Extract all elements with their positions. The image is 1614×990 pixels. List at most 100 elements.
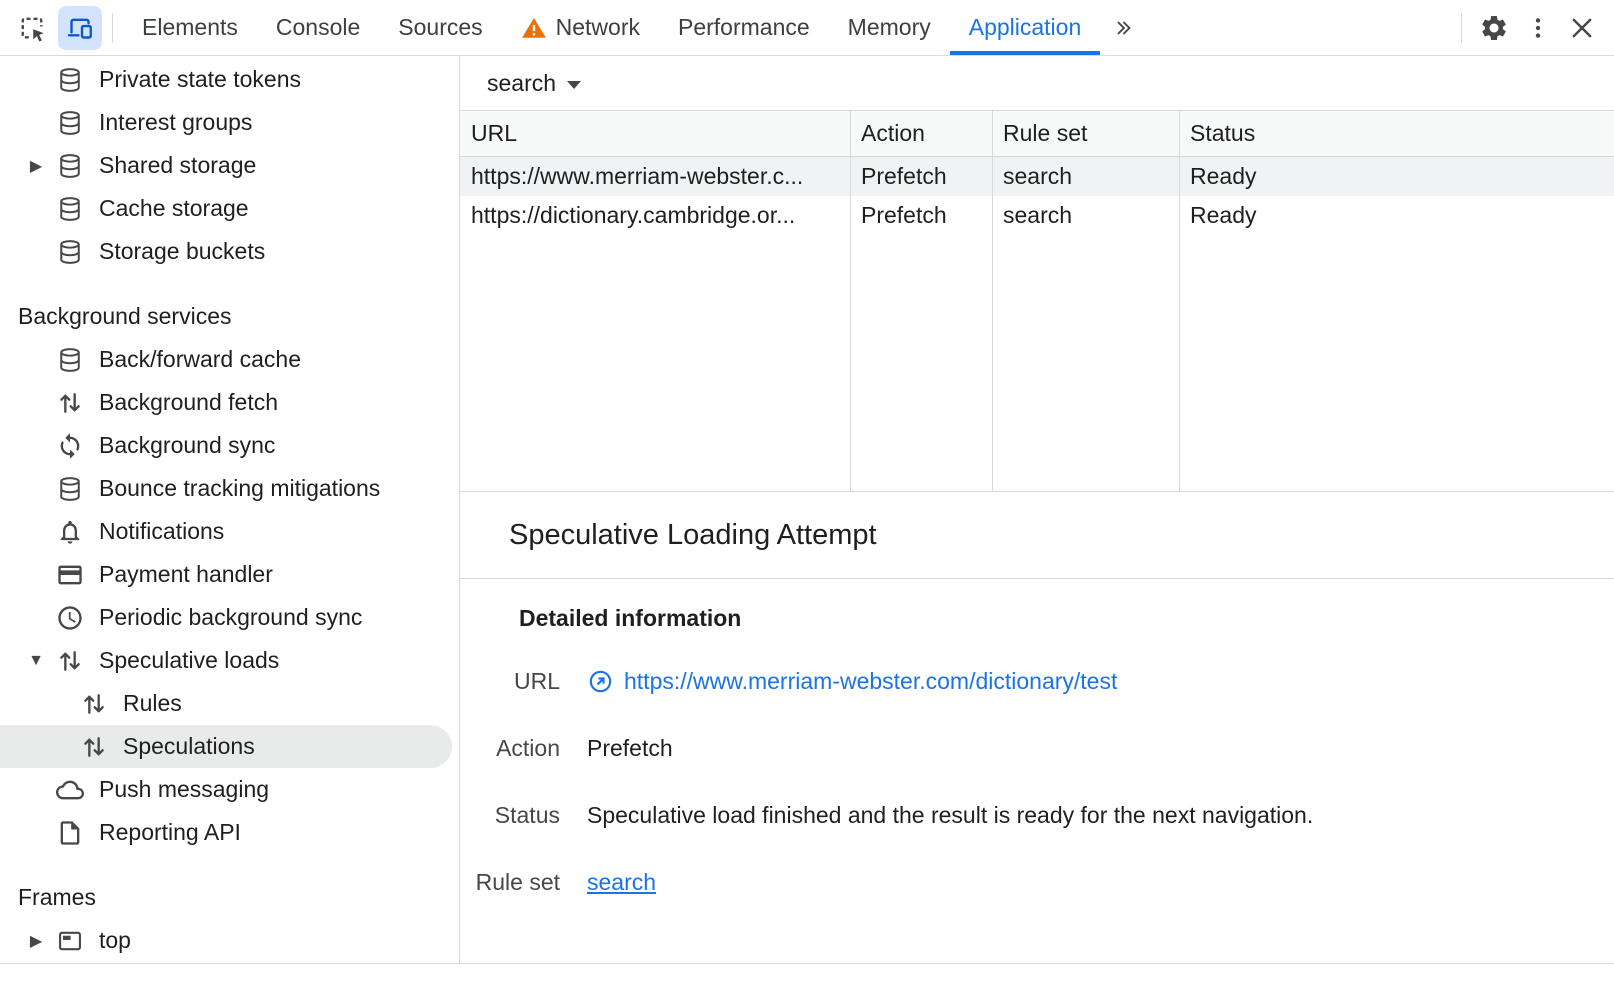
credit-card-icon bbox=[56, 561, 84, 589]
sidebar-section-frames: Frames bbox=[0, 876, 459, 919]
sidebar-item-top-frame[interactable]: ▶ top bbox=[0, 919, 459, 962]
rule-set-link[interactable]: search bbox=[587, 869, 656, 896]
cell-status[interactable]: Ready bbox=[1180, 196, 1614, 235]
sidebar-item-speculations[interactable]: Speculations bbox=[0, 725, 452, 768]
sidebar-item-label: Private state tokens bbox=[99, 66, 301, 93]
column-header-action[interactable]: Action bbox=[851, 111, 993, 157]
file-icon bbox=[56, 819, 84, 847]
detail-label: Action bbox=[460, 735, 560, 762]
cell-url[interactable]: https://www.merriam-webster.c... bbox=[460, 157, 851, 196]
sidebar-item-label: Background fetch bbox=[99, 389, 278, 416]
sidebar-item-rules[interactable]: Rules bbox=[0, 682, 459, 725]
devtools-body: Private state tokens Interest groups ▶ S… bbox=[0, 56, 1614, 963]
devtools-menu-button[interactable] bbox=[1516, 6, 1560, 50]
sidebar-item-label: Shared storage bbox=[99, 152, 256, 179]
toggle-device-toolbar-button[interactable] bbox=[58, 6, 102, 50]
warning-icon bbox=[521, 15, 547, 41]
sidebar-item-label: Speculations bbox=[123, 733, 255, 760]
sidebar-item-label: Notifications bbox=[99, 518, 224, 545]
sidebar-item-label: Back/forward cache bbox=[99, 346, 301, 373]
tab-label: Application bbox=[969, 14, 1082, 41]
sidebar-item-payment-handler[interactable]: Payment handler bbox=[0, 553, 459, 596]
kebab-menu-icon bbox=[1525, 15, 1551, 41]
tab-application[interactable]: Application bbox=[950, 0, 1101, 55]
cloud-icon bbox=[56, 776, 84, 804]
table-filler bbox=[993, 235, 1180, 491]
devtools-toolbar: Elements Console Sources Network Perform… bbox=[0, 0, 1614, 56]
detail-row-rule-set: Rule set search bbox=[460, 869, 1614, 896]
tab-label: Elements bbox=[142, 14, 238, 41]
sidebar-item-push-messaging[interactable]: Push messaging bbox=[0, 768, 459, 811]
close-devtools-button[interactable] bbox=[1560, 6, 1604, 50]
tab-sources[interactable]: Sources bbox=[379, 0, 501, 55]
sidebar-item-label: top bbox=[99, 927, 131, 954]
tab-label: Memory bbox=[848, 14, 931, 41]
detail-row-url: URL https://www.merriam-webster.com/dict… bbox=[460, 668, 1614, 695]
attempt-details: Detailed information URL https://www.mer… bbox=[460, 579, 1614, 963]
sidebar-item-cache-storage[interactable]: Cache storage bbox=[0, 187, 459, 230]
device-toolbar-icon bbox=[65, 13, 95, 43]
database-icon bbox=[56, 195, 84, 223]
tab-label: Network bbox=[556, 14, 640, 41]
database-icon bbox=[56, 109, 84, 137]
column-header-url[interactable]: URL bbox=[460, 111, 851, 157]
gear-icon bbox=[1479, 13, 1509, 43]
sidebar-item-bounce-tracking-mitigations[interactable]: Bounce tracking mitigations bbox=[0, 467, 459, 510]
detail-value: https://www.merriam-webster.com/dictiona… bbox=[587, 668, 1117, 695]
triangle-collapsed-icon[interactable]: ▶ bbox=[16, 931, 56, 951]
arrows-up-down-icon bbox=[80, 733, 108, 761]
cell-action[interactable]: Prefetch bbox=[851, 196, 993, 235]
detail-row-action: Action Prefetch bbox=[460, 735, 1614, 762]
cell-status[interactable]: Ready bbox=[1180, 157, 1614, 196]
ruleset-filter-dropdown[interactable]: search bbox=[487, 70, 581, 97]
sidebar-item-label: Background sync bbox=[99, 432, 275, 459]
sidebar-item-label: Interest groups bbox=[99, 109, 252, 136]
sidebar-item-private-state-tokens[interactable]: Private state tokens bbox=[0, 58, 459, 101]
settings-button[interactable] bbox=[1472, 6, 1516, 50]
cell-rule-set[interactable]: search bbox=[993, 157, 1180, 196]
tab-memory[interactable]: Memory bbox=[829, 0, 950, 55]
tab-elements[interactable]: Elements bbox=[123, 0, 257, 55]
more-tabs-button[interactable] bbox=[1100, 0, 1146, 55]
sidebar-item-label: Speculative loads bbox=[99, 647, 279, 674]
sidebar-item-interest-groups[interactable]: Interest groups bbox=[0, 101, 459, 144]
sidebar-item-background-fetch[interactable]: Background fetch bbox=[0, 381, 459, 424]
tab-network[interactable]: Network bbox=[502, 0, 659, 55]
cell-url[interactable]: https://dictionary.cambridge.or... bbox=[460, 196, 851, 235]
column-header-status[interactable]: Status bbox=[1180, 111, 1614, 157]
column-header-rule-set[interactable]: Rule set bbox=[993, 111, 1180, 157]
attempt-url-link[interactable]: https://www.merriam-webster.com/dictiona… bbox=[624, 668, 1117, 695]
sidebar-item-shared-storage[interactable]: ▶ Shared storage bbox=[0, 144, 459, 187]
detail-value: Prefetch bbox=[587, 735, 673, 762]
inspect-cursor-icon bbox=[17, 13, 47, 43]
tab-console[interactable]: Console bbox=[257, 0, 379, 55]
open-url-icon[interactable] bbox=[587, 668, 614, 695]
sidebar-item-label: Bounce tracking mitigations bbox=[99, 475, 380, 502]
tab-label: Performance bbox=[678, 14, 810, 41]
triangle-expanded-icon[interactable]: ▼ bbox=[16, 652, 56, 670]
sidebar-item-periodic-background-sync[interactable]: Periodic background sync bbox=[0, 596, 459, 639]
sidebar-item-storage-buckets[interactable]: Storage buckets bbox=[0, 230, 459, 273]
sidebar-item-notifications[interactable]: Notifications bbox=[0, 510, 459, 553]
sidebar-item-speculative-loads[interactable]: ▼ Speculative loads bbox=[0, 639, 459, 682]
sidebar-section-background-services: Background services bbox=[0, 295, 459, 338]
sidebar-item-background-sync[interactable]: Background sync bbox=[0, 424, 459, 467]
sidebar-item-reporting-api[interactable]: Reporting API bbox=[0, 811, 459, 854]
table-filler bbox=[851, 235, 993, 491]
sidebar-item-back-forward-cache[interactable]: Back/forward cache bbox=[0, 338, 459, 381]
arrows-up-down-icon bbox=[80, 690, 108, 718]
speculations-filter-bar: search bbox=[460, 56, 1614, 110]
speculations-table: URL Action Rule set Status https://www.m… bbox=[460, 110, 1614, 492]
database-icon bbox=[56, 152, 84, 180]
triangle-collapsed-icon[interactable]: ▶ bbox=[16, 156, 56, 176]
detail-label: Status bbox=[460, 802, 560, 829]
sidebar-item-label: Push messaging bbox=[99, 776, 269, 803]
table-filler bbox=[460, 235, 851, 491]
cell-action[interactable]: Prefetch bbox=[851, 157, 993, 196]
filter-selected-value: search bbox=[487, 70, 556, 97]
inspect-element-button[interactable] bbox=[10, 6, 54, 50]
devtools-tab-bar: Elements Console Sources Network Perform… bbox=[123, 0, 1146, 55]
tab-label: Console bbox=[276, 14, 360, 41]
cell-rule-set[interactable]: search bbox=[993, 196, 1180, 235]
tab-performance[interactable]: Performance bbox=[659, 0, 829, 55]
